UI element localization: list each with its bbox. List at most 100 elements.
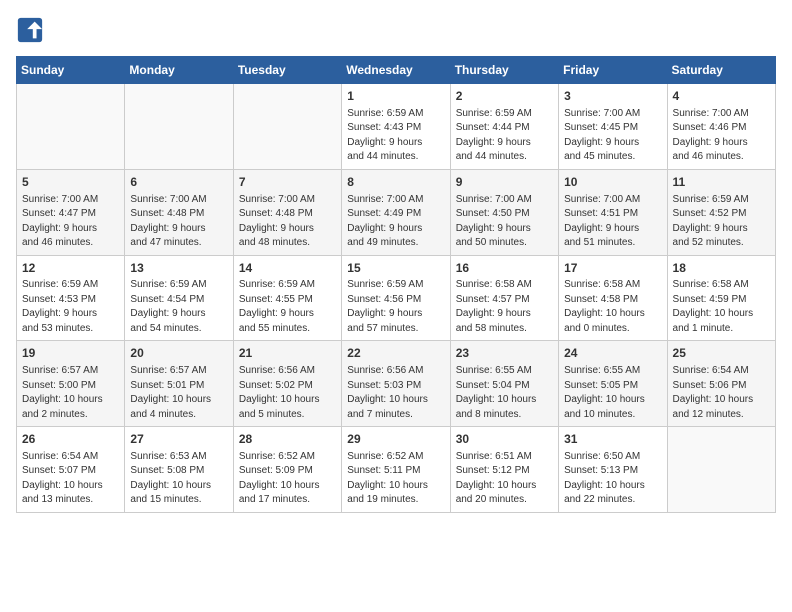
- day-info: Sunrise: 7:00 AM Sunset: 4:47 PM Dayligh…: [22, 193, 119, 251]
- calendar-cell: 20 Sunrise: 6:57 AM Sunset: 5:01 PM Dayli…: [125, 341, 233, 427]
- page-header: [16, 16, 776, 44]
- day-number: 7: [239, 174, 336, 191]
- day-number: 15: [347, 260, 444, 277]
- day-number: 8: [347, 174, 444, 191]
- day-number: 1: [347, 88, 444, 105]
- day-number: 3: [564, 88, 661, 105]
- day-number: 26: [22, 431, 119, 448]
- day-info: Sunrise: 6:59 AM Sunset: 4:52 PM Dayligh…: [673, 193, 770, 251]
- calendar-cell: 10 Sunrise: 7:00 AM Sunset: 4:51 PM Dayli…: [559, 169, 667, 255]
- day-info: Sunrise: 6:52 AM Sunset: 5:11 PM Dayligh…: [347, 450, 444, 508]
- day-info: Sunrise: 6:55 AM Sunset: 5:05 PM Dayligh…: [564, 364, 661, 422]
- calendar-cell: 3 Sunrise: 7:00 AM Sunset: 4:45 PM Daylig…: [559, 84, 667, 170]
- day-number: 14: [239, 260, 336, 277]
- header-sunday: Sunday: [17, 57, 125, 84]
- day-info: Sunrise: 7:00 AM Sunset: 4:48 PM Dayligh…: [130, 193, 227, 251]
- day-info: Sunrise: 6:59 AM Sunset: 4:43 PM Dayligh…: [347, 107, 444, 165]
- calendar-cell: [667, 427, 775, 513]
- day-info: Sunrise: 7:00 AM Sunset: 4:49 PM Dayligh…: [347, 193, 444, 251]
- day-info: Sunrise: 6:59 AM Sunset: 4:54 PM Dayligh…: [130, 278, 227, 336]
- calendar-cell: 13Sunrise: 6:59 AM Sunset: 4:54 PM Dayli…: [125, 255, 233, 341]
- calendar-week-row: 5 Sunrise: 7:00 AM Sunset: 4:47 PM Daylig…: [17, 169, 776, 255]
- calendar-week-row: 19 Sunrise: 6:57 AM Sunset: 5:00 PM Dayli…: [17, 341, 776, 427]
- day-info: Sunrise: 6:59 AM Sunset: 4:53 PM Dayligh…: [22, 278, 119, 336]
- calendar-cell: 12Sunrise: 6:59 AM Sunset: 4:53 PM Dayli…: [17, 255, 125, 341]
- header-wednesday: Wednesday: [342, 57, 450, 84]
- calendar-cell: 15Sunrise: 6:59 AM Sunset: 4:56 PM Dayli…: [342, 255, 450, 341]
- day-info: Sunrise: 6:57 AM Sunset: 5:01 PM Dayligh…: [130, 364, 227, 422]
- day-info: Sunrise: 7:00 AM Sunset: 4:51 PM Dayligh…: [564, 193, 661, 251]
- calendar-cell: 30Sunrise: 6:51 AM Sunset: 5:12 PM Dayli…: [450, 427, 558, 513]
- calendar-table: SundayMondayTuesdayWednesdayThursdayFrid…: [16, 56, 776, 513]
- day-info: Sunrise: 6:54 AM Sunset: 5:07 PM Dayligh…: [22, 450, 119, 508]
- day-number: 29: [347, 431, 444, 448]
- day-info: Sunrise: 6:53 AM Sunset: 5:08 PM Dayligh…: [130, 450, 227, 508]
- calendar-cell: 7 Sunrise: 7:00 AM Sunset: 4:48 PM Daylig…: [233, 169, 341, 255]
- day-number: 9: [456, 174, 553, 191]
- calendar-cell: 14Sunrise: 6:59 AM Sunset: 4:55 PM Dayli…: [233, 255, 341, 341]
- header-saturday: Saturday: [667, 57, 775, 84]
- calendar-cell: 31 Sunrise: 6:50 AM Sunset: 5:13 PM Dayli…: [559, 427, 667, 513]
- logo-icon: [16, 16, 44, 44]
- calendar-cell: 21Sunrise: 6:56 AM Sunset: 5:02 PM Dayli…: [233, 341, 341, 427]
- day-info: Sunrise: 6:50 AM Sunset: 5:13 PM Dayligh…: [564, 450, 661, 508]
- day-number: 16: [456, 260, 553, 277]
- calendar-cell: 29 Sunrise: 6:52 AM Sunset: 5:11 PM Dayli…: [342, 427, 450, 513]
- calendar-week-row: 1 Sunrise: 6:59 AM Sunset: 4:43 PM Daylig…: [17, 84, 776, 170]
- day-info: Sunrise: 7:00 AM Sunset: 4:48 PM Dayligh…: [239, 193, 336, 251]
- calendar-cell: 27 Sunrise: 6:53 AM Sunset: 5:08 PM Dayli…: [125, 427, 233, 513]
- day-info: Sunrise: 6:58 AM Sunset: 4:57 PM Dayligh…: [456, 278, 553, 336]
- header-thursday: Thursday: [450, 57, 558, 84]
- day-number: 28: [239, 431, 336, 448]
- calendar-cell: 24 Sunrise: 6:55 AM Sunset: 5:05 PM Dayli…: [559, 341, 667, 427]
- day-number: 6: [130, 174, 227, 191]
- day-number: 23: [456, 345, 553, 362]
- calendar-cell: [125, 84, 233, 170]
- calendar-cell: 9 Sunrise: 7:00 AM Sunset: 4:50 PM Daylig…: [450, 169, 558, 255]
- calendar-cell: 22Sunrise: 6:56 AM Sunset: 5:03 PM Dayli…: [342, 341, 450, 427]
- calendar-cell: 26 Sunrise: 6:54 AM Sunset: 5:07 PM Dayli…: [17, 427, 125, 513]
- calendar-cell: 6 Sunrise: 7:00 AM Sunset: 4:48 PM Daylig…: [125, 169, 233, 255]
- logo: [16, 16, 48, 44]
- calendar-week-row: 12Sunrise: 6:59 AM Sunset: 4:53 PM Dayli…: [17, 255, 776, 341]
- day-info: Sunrise: 7:00 AM Sunset: 4:45 PM Dayligh…: [564, 107, 661, 165]
- calendar-week-row: 26 Sunrise: 6:54 AM Sunset: 5:07 PM Dayli…: [17, 427, 776, 513]
- day-number: 10: [564, 174, 661, 191]
- calendar-cell: 11 Sunrise: 6:59 AM Sunset: 4:52 PM Dayli…: [667, 169, 775, 255]
- day-info: Sunrise: 6:57 AM Sunset: 5:00 PM Dayligh…: [22, 364, 119, 422]
- day-number: 31: [564, 431, 661, 448]
- day-number: 19: [22, 345, 119, 362]
- calendar-cell: 16Sunrise: 6:58 AM Sunset: 4:57 PM Dayli…: [450, 255, 558, 341]
- day-info: Sunrise: 6:58 AM Sunset: 4:59 PM Dayligh…: [673, 278, 770, 336]
- day-number: 20: [130, 345, 227, 362]
- day-number: 13: [130, 260, 227, 277]
- day-info: Sunrise: 6:56 AM Sunset: 5:03 PM Dayligh…: [347, 364, 444, 422]
- day-number: 5: [22, 174, 119, 191]
- day-number: 25: [673, 345, 770, 362]
- calendar-header-row: SundayMondayTuesdayWednesdayThursdayFrid…: [17, 57, 776, 84]
- day-info: Sunrise: 6:58 AM Sunset: 4:58 PM Dayligh…: [564, 278, 661, 336]
- day-number: 24: [564, 345, 661, 362]
- header-tuesday: Tuesday: [233, 57, 341, 84]
- day-info: Sunrise: 7:00 AM Sunset: 4:46 PM Dayligh…: [673, 107, 770, 165]
- day-number: 11: [673, 174, 770, 191]
- day-number: 27: [130, 431, 227, 448]
- calendar-cell: 4 Sunrise: 7:00 AM Sunset: 4:46 PM Daylig…: [667, 84, 775, 170]
- calendar-cell: [233, 84, 341, 170]
- day-number: 4: [673, 88, 770, 105]
- calendar-cell: 17Sunrise: 6:58 AM Sunset: 4:58 PM Dayli…: [559, 255, 667, 341]
- day-info: Sunrise: 6:56 AM Sunset: 5:02 PM Dayligh…: [239, 364, 336, 422]
- day-info: Sunrise: 6:59 AM Sunset: 4:44 PM Dayligh…: [456, 107, 553, 165]
- calendar-cell: 1 Sunrise: 6:59 AM Sunset: 4:43 PM Daylig…: [342, 84, 450, 170]
- day-info: Sunrise: 6:55 AM Sunset: 5:04 PM Dayligh…: [456, 364, 553, 422]
- day-info: Sunrise: 6:51 AM Sunset: 5:12 PM Dayligh…: [456, 450, 553, 508]
- calendar-cell: 8 Sunrise: 7:00 AM Sunset: 4:49 PM Daylig…: [342, 169, 450, 255]
- day-number: 2: [456, 88, 553, 105]
- day-info: Sunrise: 7:00 AM Sunset: 4:50 PM Dayligh…: [456, 193, 553, 251]
- day-info: Sunrise: 6:54 AM Sunset: 5:06 PM Dayligh…: [673, 364, 770, 422]
- day-number: 17: [564, 260, 661, 277]
- calendar-cell: 19 Sunrise: 6:57 AM Sunset: 5:00 PM Dayli…: [17, 341, 125, 427]
- calendar-cell: [17, 84, 125, 170]
- day-info: Sunrise: 6:52 AM Sunset: 5:09 PM Dayligh…: [239, 450, 336, 508]
- day-number: 18: [673, 260, 770, 277]
